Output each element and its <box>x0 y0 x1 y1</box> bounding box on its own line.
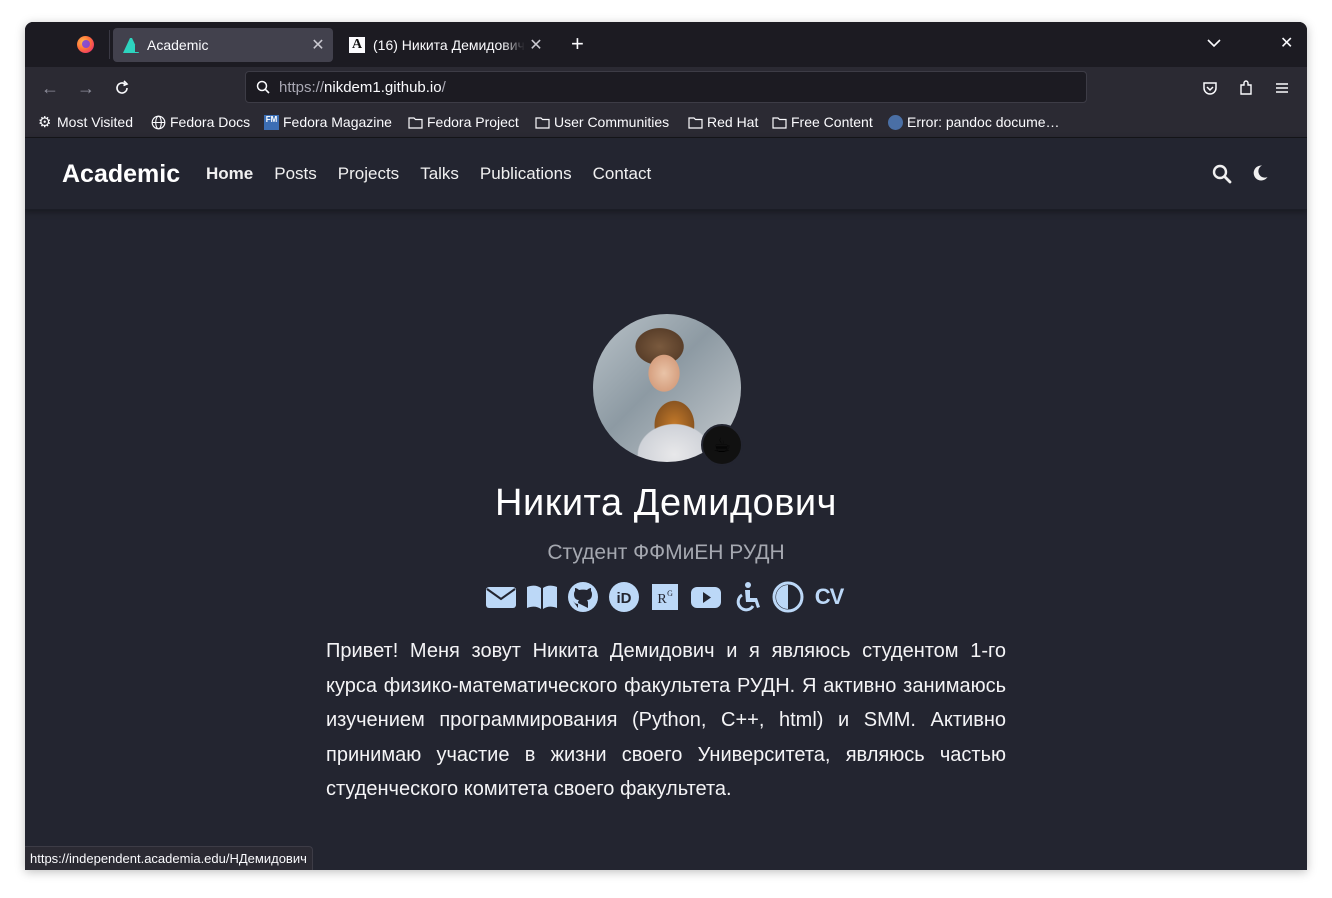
accessibility-icon[interactable] <box>730 580 764 614</box>
tab-strip: Academic ✕ A (16) Никита Демидович - Aca… <box>25 22 1307 67</box>
tab-title: Academic <box>147 37 209 53</box>
forward-arrow-icon[interactable]: → <box>76 78 96 98</box>
browser-window: Academic ✕ A (16) Никита Демидович - Aca… <box>25 22 1307 870</box>
fedora-magazine-icon: FM <box>264 114 279 130</box>
bookmarks-toolbar: ⚙ Most Visited Fedora Docs FM Fedora Mag… <box>25 107 1307 138</box>
tab-academia-edu[interactable]: A (16) Никита Демидович - Academia.edu ✕ <box>339 28 551 62</box>
tab-close-icon[interactable]: ✕ <box>525 35 547 55</box>
orcid-icon[interactable]: iD <box>607 580 641 614</box>
svg-text:R: R <box>657 592 667 607</box>
bookmark-free-content[interactable]: Free Content <box>772 114 873 130</box>
adjust-icon[interactable] <box>771 580 805 614</box>
menu-publications[interactable]: Publications <box>480 164 572 184</box>
pandoc-icon <box>888 114 903 130</box>
menu-projects[interactable]: Projects <box>338 164 399 184</box>
svg-text:iD: iD <box>617 590 632 607</box>
gear-icon: ⚙ <box>38 113 52 131</box>
folder-icon <box>688 116 703 129</box>
search-icon[interactable] <box>1212 164 1232 184</box>
profile-subtitle: Студент ФФМиЕН РУДН <box>547 541 785 564</box>
folder-icon <box>408 116 423 129</box>
close-window-button[interactable]: ✕ <box>1280 33 1293 53</box>
profile-bio: Привет! Меня зовут Никита Демидович и я … <box>326 640 1006 801</box>
firefox-logo-icon[interactable] <box>77 36 94 53</box>
bookmark-pandoc-error[interactable]: Error: pandoc docume… <box>888 114 1060 130</box>
new-tab-button[interactable]: + <box>571 32 584 56</box>
bookmark-fedora-docs[interactable]: Fedora Docs <box>151 114 250 130</box>
menu-home[interactable]: Home <box>206 164 253 184</box>
bookmark-red-hat[interactable]: Red Hat <box>688 114 758 130</box>
youtube-icon[interactable] <box>689 580 723 614</box>
hamburger-menu-icon[interactable] <box>1273 79 1291 97</box>
site-navbar: Academic Home Posts Projects Talks Publi… <box>25 138 1307 210</box>
globe-icon <box>151 115 166 129</box>
tab-list-chevron-icon[interactable] <box>1205 34 1223 52</box>
menu-talks[interactable]: Talks <box>420 164 459 184</box>
pocket-icon[interactable] <box>1201 79 1219 97</box>
svg-text:G: G <box>667 589 673 598</box>
social-links: iD RG CV <box>484 580 846 614</box>
cv-icon[interactable]: CV <box>812 580 846 614</box>
url-text: https://nikdem1.github.io/ <box>279 79 446 96</box>
book-icon[interactable] <box>525 580 559 614</box>
bookmark-most-visited[interactable]: ⚙ Most Visited <box>38 114 133 130</box>
github-icon[interactable] <box>566 580 600 614</box>
tab-separator <box>109 30 110 59</box>
academia-edu-icon: A <box>349 37 365 53</box>
folder-icon <box>772 116 787 129</box>
page-content: Academic Home Posts Projects Talks Publi… <box>25 138 1307 870</box>
moon-icon[interactable] <box>1251 164 1269 182</box>
bookmark-user-communities[interactable]: User Communities <box>535 114 669 130</box>
site-brand[interactable]: Academic <box>62 160 180 189</box>
menu-contact[interactable]: Contact <box>593 164 652 184</box>
tab-academic[interactable]: Academic ✕ <box>113 28 333 62</box>
navigation-toolbar: ← → https://nikdem1.github.io/ <box>25 67 1307 107</box>
bookmark-fedora-project[interactable]: Fedora Project <box>408 114 519 130</box>
envelope-icon[interactable] <box>484 580 518 614</box>
coffee-status-badge: ☕ <box>701 424 743 466</box>
profile-name: Никита Демидович <box>495 482 837 524</box>
tab-title: (16) Никита Демидович - Academia.edu <box>373 37 525 53</box>
extensions-icon[interactable] <box>1237 79 1255 97</box>
menu-posts[interactable]: Posts <box>274 164 317 184</box>
reload-icon[interactable] <box>113 79 131 97</box>
site-menu: Home Posts Projects Talks Publications C… <box>206 164 651 184</box>
address-bar[interactable]: https://nikdem1.github.io/ <box>245 71 1087 103</box>
academic-a-icon <box>123 37 141 53</box>
folder-icon <box>535 116 550 129</box>
search-icon <box>256 80 270 94</box>
tab-close-icon[interactable]: ✕ <box>307 35 329 55</box>
researchgate-icon[interactable]: RG <box>648 580 682 614</box>
link-status-bar: https://independent.academia.edu/НДемидо… <box>25 846 313 870</box>
bookmark-fedora-magazine[interactable]: FM Fedora Magazine <box>264 114 392 130</box>
back-arrow-icon[interactable]: ← <box>40 78 60 98</box>
